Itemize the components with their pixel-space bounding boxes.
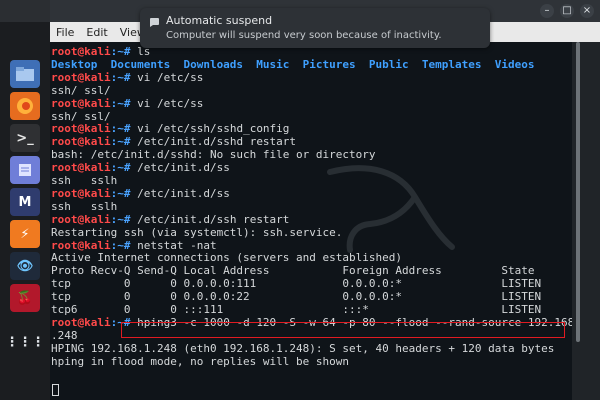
- output-text: Proto Recv-Q Send-Q Local Address Foreig…: [51, 264, 535, 278]
- terminal-command-line: root@kali:~# /etc/init.d/ssh restart: [51, 213, 289, 226]
- terminal-icon[interactable]: >_: [10, 124, 40, 152]
- command-text: netstat -nat: [130, 238, 217, 252]
- prompt-path: :~#: [110, 135, 131, 149]
- output-text: ssh sslh: [51, 174, 118, 187]
- output-text: Restarting ssh (via systemctl): ssh.serv…: [51, 225, 343, 239]
- minimize-button[interactable]: –: [540, 4, 554, 18]
- files-icon[interactable]: [10, 60, 40, 88]
- terminal-output-line: HPING 192.168.1.248 (eth0 192.168.1.248)…: [51, 342, 554, 355]
- output-text: ssh/ ssl/: [51, 109, 111, 123]
- prompt-user: root@kali: [51, 122, 111, 136]
- prompt-user: root@kali: [51, 45, 111, 58]
- metasploit-icon[interactable]: M: [10, 188, 40, 216]
- output-text: hping in flood mode, no replies will be …: [51, 354, 350, 368]
- command-text: /etc/init.d/ssh restart: [130, 212, 290, 226]
- output-text: ssh sslh: [51, 199, 118, 213]
- prompt-path: :~#: [110, 122, 131, 136]
- prompt-path: :~#: [110, 96, 131, 110]
- terminal-output-line: tcp 0 0 0.0.0.0:22 0.0.0.0:* LISTEN: [51, 290, 541, 303]
- firefox-icon[interactable]: [10, 92, 40, 120]
- burpsuite-icon[interactable]: ⚡: [10, 220, 40, 248]
- prompt-path: :~#: [110, 186, 131, 200]
- command-text: /etc/init.d/ss: [130, 186, 230, 200]
- notification-icon: [150, 18, 159, 27]
- output-text: tcp 0 0 0.0.0.0:22 0.0.0.0:* LISTEN: [51, 290, 542, 304]
- prompt-user: root@kali: [51, 96, 111, 110]
- terminal-output-line: Proto Recv-Q Send-Q Local Address Foreig…: [51, 264, 534, 277]
- scrollbar[interactable]: [572, 42, 600, 400]
- command-text: /etc/init.d/ss: [130, 161, 230, 175]
- terminal-output-line: hping in flood mode, no replies will be …: [51, 355, 349, 368]
- scrollbar-thumb[interactable]: [576, 42, 580, 342]
- terminal-command-line: root@kali:~# /etc/init.d/ss: [51, 187, 230, 200]
- terminal-command-line: root@kali:~# vi /etc/ss: [51, 97, 203, 110]
- terminal-output-line: tcp6 0 0 :::111 :::* LISTEN: [51, 303, 541, 316]
- terminal-output-line: .248: [51, 329, 78, 342]
- terminal-output-line: ssh sslh: [51, 200, 117, 213]
- output-text: Active Internet connections (servers and…: [51, 251, 402, 265]
- close-button[interactable]: ×: [580, 4, 594, 18]
- maximize-button[interactable]: □: [560, 4, 574, 18]
- terminal-output-line: ssh/ ssl/: [51, 84, 111, 97]
- command-text: vi /etc/ss: [130, 70, 204, 84]
- terminal-output-line: Active Internet connections (servers and…: [51, 251, 402, 264]
- menu-edit[interactable]: Edit: [80, 26, 113, 39]
- output-text: tcp6 0 0 :::111 :::* LISTEN: [51, 303, 542, 316]
- output-text: tcp 0 0 0.0.0.0:111 0.0.0.0:* LISTEN: [51, 277, 542, 291]
- terminal-output-line: tcp 0 0 0.0.0.0:111 0.0.0.0:* LISTEN: [51, 277, 541, 290]
- output-text: ssh/ ssl/: [51, 83, 111, 97]
- prompt-path: :~#: [110, 70, 131, 84]
- window-controls: – □ ×: [540, 4, 594, 18]
- cherry-icon[interactable]: 🍒: [10, 284, 40, 312]
- command-text: vi /etc/ssh/sshd_config: [130, 122, 290, 136]
- output-text: .248: [51, 328, 78, 342]
- prompt-user: root@kali: [51, 70, 111, 84]
- prompt-user: root@kali: [51, 135, 111, 149]
- prompt-user: root@kali: [51, 186, 111, 200]
- menu-file[interactable]: File: [50, 26, 80, 39]
- terminal-output-line: ssh/ ssl/: [51, 110, 111, 123]
- prompt-path: :~#: [110, 45, 131, 58]
- prompt-user: root@kali: [51, 315, 111, 329]
- output-text: bash: /etc/init.d/sshd: No such file or …: [51, 148, 376, 162]
- terminal-command-line: root@kali:~# netstat -nat: [51, 239, 217, 252]
- prompt-user: root@kali: [51, 161, 111, 175]
- dock: >_ M ⚡ 👁 🍒 ⋮⋮⋮: [0, 22, 50, 400]
- terminal-output-line: Desktop Documents Downloads Music Pictur…: [51, 58, 534, 71]
- terminal-output-line: Restarting ssh (via systemctl): ssh.serv…: [51, 226, 342, 239]
- prompt-user: root@kali: [51, 212, 111, 226]
- notification-title: Automatic suspend: [166, 14, 273, 27]
- terminal-command-line: root@kali:~# ls: [51, 45, 150, 58]
- terminal-output-line: ssh sslh: [51, 174, 117, 187]
- text-cursor: [52, 384, 59, 396]
- prompt-path: :~#: [110, 161, 131, 175]
- prompt-user: root@kali: [51, 238, 111, 252]
- eye-icon[interactable]: 👁: [10, 252, 40, 280]
- prompt-path: :~#: [110, 212, 131, 226]
- output-text: HPING 192.168.1.248 (eth0 192.168.1.248)…: [51, 341, 555, 355]
- highlight-box: [121, 322, 565, 338]
- notification-body: Computer will suspend very soon because …: [166, 30, 442, 41]
- terminal-command-line: root@kali:~# /etc/init.d/ss: [51, 161, 230, 174]
- terminal-output-line: bash: /etc/init.d/sshd: No such file or …: [51, 148, 376, 161]
- terminal-output[interactable]: root@kali:~# ls Desktop Documents Downloa…: [50, 42, 572, 400]
- command-text: /etc/init.d/sshd restart: [130, 135, 297, 149]
- notification[interactable]: Automatic suspend Computer will suspend …: [140, 8, 490, 48]
- prompt-path: :~#: [110, 238, 131, 252]
- terminal-command-line: root@kali:~# /etc/init.d/sshd restart: [51, 135, 296, 148]
- notes-icon[interactable]: [10, 156, 40, 184]
- directory-listing: Desktop Documents Downloads Music Pictur…: [51, 57, 535, 71]
- command-text: vi /etc/ss: [130, 96, 204, 110]
- terminal-command-line: root@kali:~# vi /etc/ssh/sshd_config: [51, 122, 289, 135]
- apps-grid-icon[interactable]: ⋮⋮⋮: [6, 328, 45, 356]
- terminal-command-line: root@kali:~# vi /etc/ss: [51, 71, 203, 84]
